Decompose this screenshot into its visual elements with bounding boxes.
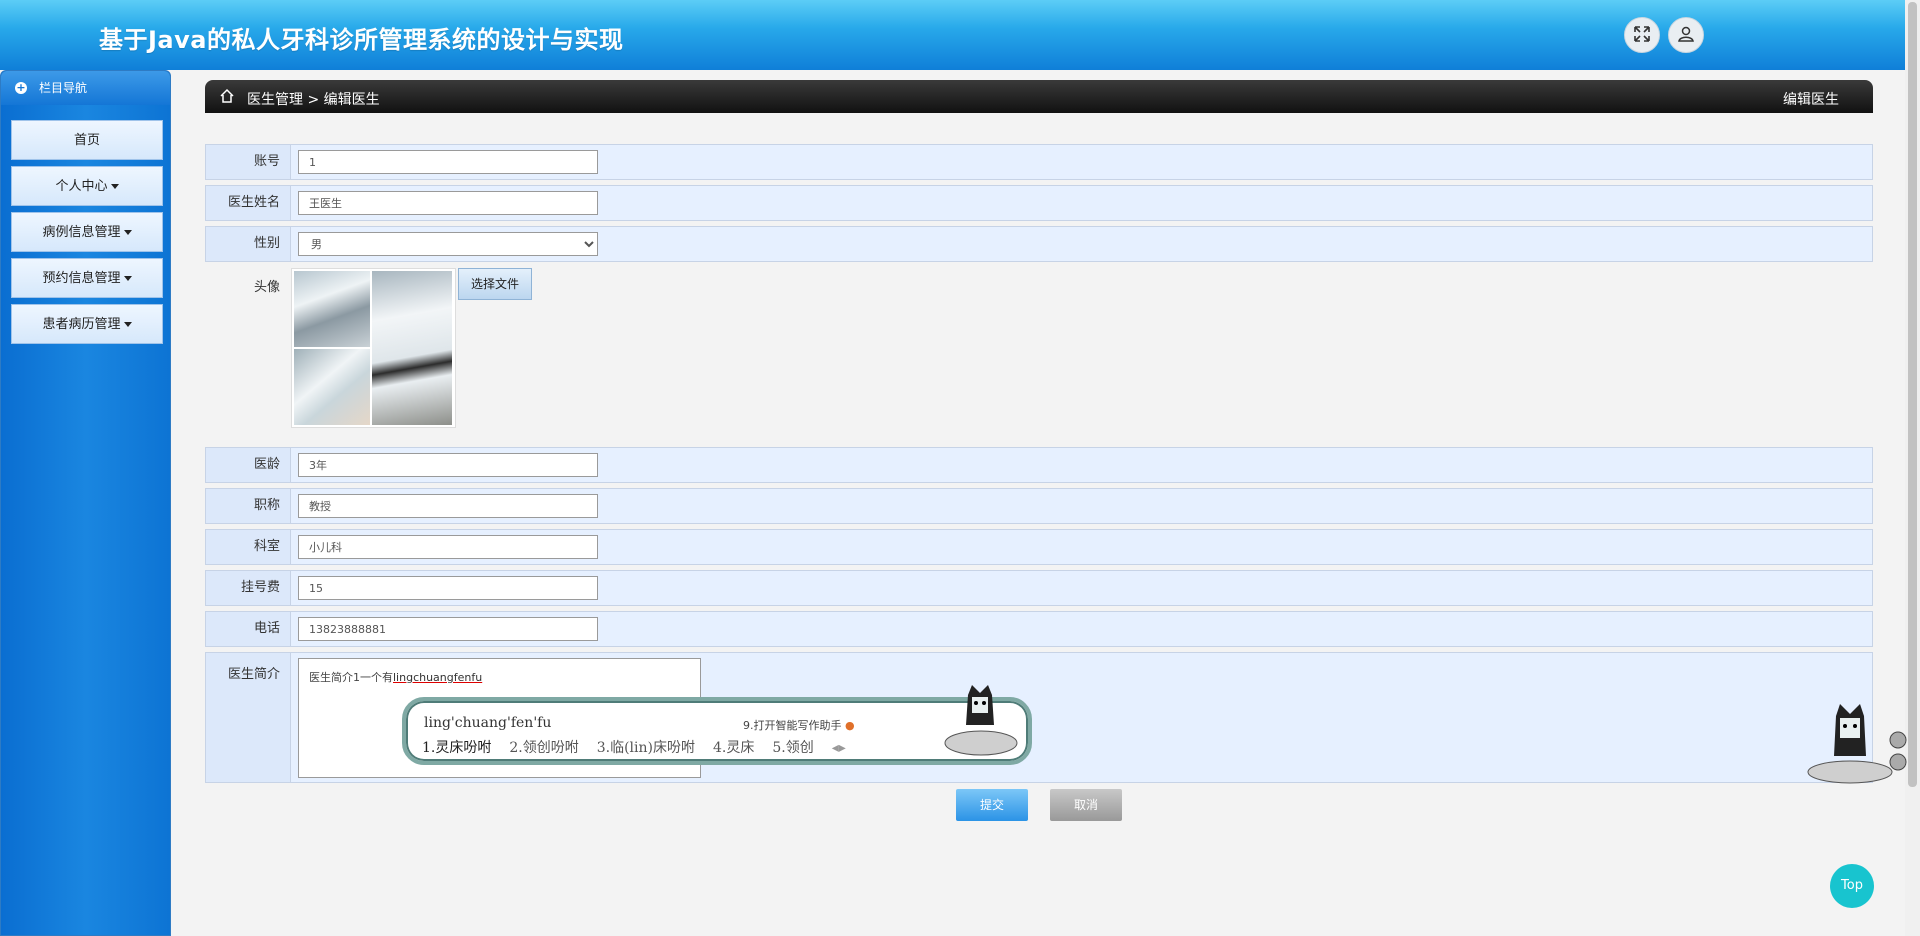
name-label: 医生姓名 (206, 186, 291, 220)
ime-candidate[interactable]: 3.临(lin)床吩咐 (597, 740, 695, 756)
ime-mascot-icon (936, 685, 1026, 760)
scrollbar-thumb[interactable] (1908, 2, 1917, 787)
caret-down-icon (123, 276, 132, 281)
form-row-gender: 性别 男 (205, 226, 1873, 262)
ime-candidate[interactable]: 5.领创 (772, 740, 813, 756)
department-label: 科室 (206, 530, 291, 564)
avatar-label: 头像 (253, 280, 280, 295)
fullscreen-button[interactable] (1624, 17, 1660, 53)
title-label: 职称 (206, 489, 291, 523)
ime-pinyin: ling'chuang'fen'fu (424, 715, 552, 731)
page-title: 编辑医生 (1783, 92, 1839, 108)
intro-text: 医生简介1一个有 (309, 671, 393, 684)
sidebar-item-appointment-info[interactable]: 预约信息管理 (11, 258, 163, 298)
sidebar-item-label: 首页 (73, 133, 100, 148)
gender-label: 性别 (206, 227, 291, 261)
page-scrollbar[interactable] (1905, 0, 1920, 936)
sidebar-header: + 栏目导航 (1, 71, 170, 105)
choose-file-button[interactable]: 选择文件 (458, 268, 532, 300)
breadcrumb-current: 编辑医生 (323, 92, 380, 108)
ime-assistant-label: 9.打开智能写作助手 (743, 719, 842, 732)
ime-assistant-link[interactable]: 9.打开智能写作助手 ● (743, 717, 855, 733)
form-row-years: 医龄 (205, 447, 1873, 483)
sidebar-item-case-info[interactable]: 病例信息管理 (11, 212, 163, 252)
caret-down-icon (123, 230, 132, 235)
user-icon (1677, 25, 1695, 46)
gift-icon: ● (845, 719, 855, 732)
form-row-avatar: 头像 选择文件 (205, 262, 1873, 432)
gender-select[interactable]: 男 (298, 232, 598, 256)
user-button[interactable] (1668, 17, 1704, 53)
fee-label: 挂号费 (206, 571, 291, 605)
photo-tile (294, 271, 370, 347)
account-input[interactable] (298, 150, 598, 174)
title-input[interactable] (298, 494, 598, 518)
form-row-fee: 挂号费 (205, 570, 1873, 606)
form-row-name: 医生姓名 (205, 185, 1873, 221)
sidebar: + 栏目导航 首页 个人中心 病例信息管理 预约信息管理 患者病历管理 (0, 70, 171, 936)
caret-down-icon (123, 322, 132, 327)
sidebar-item-label: 患者病历管理 (42, 317, 121, 332)
form-row-account: 账号 (205, 144, 1873, 180)
years-label: 医龄 (206, 448, 291, 482)
submit-button[interactable]: 提交 (956, 789, 1028, 821)
years-input[interactable] (298, 453, 598, 477)
sidebar-item-label: 个人中心 (55, 179, 108, 194)
intro-composition-text: lingchuangfenfu (393, 671, 483, 684)
breadcrumb-parent[interactable]: 医生管理 (247, 92, 303, 108)
avatar-image (291, 268, 456, 428)
phone-input[interactable] (298, 617, 598, 641)
form-row-department: 科室 (205, 529, 1873, 565)
breadcrumb-path: 医生管理 > 编辑医生 (247, 89, 380, 109)
sidebar-item-label: 预约信息管理 (42, 271, 121, 286)
sidebar-item-patient-records[interactable]: 患者病历管理 (11, 304, 163, 344)
plus-circle-icon: + (15, 81, 27, 94)
name-input[interactable] (298, 191, 598, 215)
ime-page-arrows-icon[interactable]: ◂▸ (832, 740, 846, 756)
sidebar-item-label: 病例信息管理 (42, 225, 121, 240)
photo-tile (294, 349, 370, 425)
app-title: 基于Java的私人牙科诊所管理系统的设计与实现 (99, 26, 624, 54)
fee-input[interactable] (298, 576, 598, 600)
desktop-mascot-icon (1800, 704, 1910, 789)
department-input[interactable] (298, 535, 598, 559)
home-icon[interactable] (219, 88, 235, 108)
account-label: 账号 (206, 145, 291, 179)
caret-down-icon (110, 184, 119, 189)
back-to-top-button[interactable]: Top (1830, 864, 1874, 908)
ime-candidate[interactable]: 2.领创吩咐 (509, 740, 578, 756)
ime-candidate[interactable]: 1.灵床吩咐 (422, 740, 491, 756)
breadcrumb: 医生管理 > 编辑医生 编辑医生 (205, 80, 1873, 113)
intro-label: 医生简介 (206, 653, 291, 782)
breadcrumb-separator: > (307, 92, 320, 108)
phone-label: 电话 (206, 612, 291, 646)
form-row-phone: 电话 (205, 611, 1873, 647)
sidebar-item-home[interactable]: 首页 (11, 120, 163, 160)
expand-icon (1633, 25, 1651, 46)
sidebar-item-personal-center[interactable]: 个人中心 (11, 166, 163, 206)
app-header: 基于Java的私人牙科诊所管理系统的设计与实现 (0, 0, 1905, 70)
ime-candidates: 1.灵床吩咐 2.领创吩咐 3.临(lin)床吩咐 4.灵床 5.领创 ◂▸ (422, 737, 864, 757)
ime-candidate[interactable]: 4.灵床 (713, 740, 754, 756)
form-row-title: 职称 (205, 488, 1873, 524)
cancel-button[interactable]: 取消 (1050, 789, 1122, 821)
photo-tile (372, 271, 452, 425)
sidebar-title: 栏目导航 (39, 81, 88, 95)
